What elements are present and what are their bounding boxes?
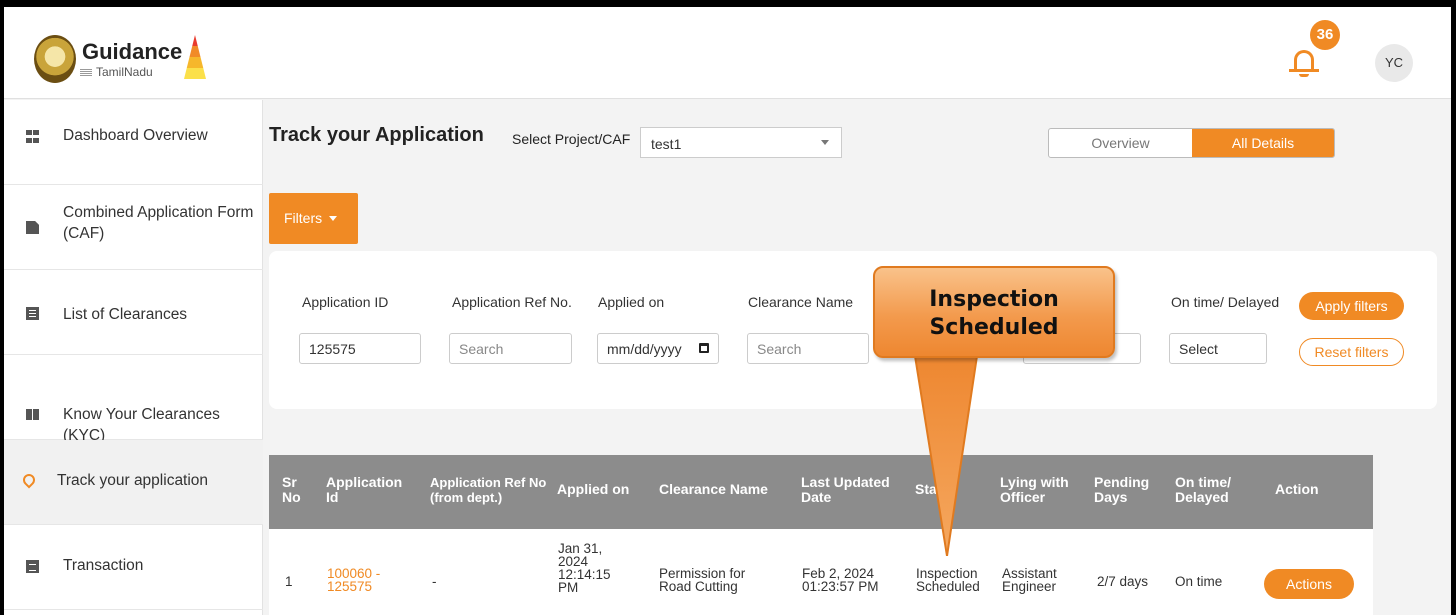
calendar-icon (699, 343, 709, 353)
callout-text: Inspection Scheduled (873, 286, 1115, 342)
logo-title: Guidance (82, 39, 183, 64)
application-id-label: Application ID (302, 294, 389, 310)
cell-app-id[interactable]: 100060 - 125575 (327, 567, 382, 594)
app-window: Guidance TamilNadu 36 YC Dashboard Overv… (4, 7, 1451, 615)
cell-last-updated: Feb 2, 2024 01:23:57 PM (802, 566, 879, 594)
ref-no-label: Application Ref No. (452, 294, 572, 310)
sidebar-item-label: Dashboard Overview (63, 127, 208, 144)
transaction-icon (26, 560, 39, 573)
dashboard-icon (26, 130, 39, 143)
col-last-updated: Last Updated Date (801, 474, 890, 505)
guidance-logo[interactable]: Guidance TamilNadu (34, 35, 206, 83)
col-sr-no: Sr No (282, 474, 301, 505)
col-ontime: On time/ Delayed (1175, 474, 1232, 505)
screen-frame: Guidance TamilNadu 36 YC Dashboard Overv… (0, 0, 1456, 615)
cell-officer: Assistant Engineer (1002, 566, 1057, 594)
sidebar-item-label: List of Clearances (63, 306, 188, 323)
emblem-icon (34, 35, 76, 83)
cell-status: Inspection Scheduled (916, 566, 980, 594)
status-callout: Inspection Scheduled (873, 266, 1117, 360)
bell-icon[interactable] (1289, 45, 1323, 81)
col-ref-no: Application Ref No (from dept.) (430, 475, 547, 505)
project-select[interactable]: test1 (640, 127, 842, 158)
notification-badge[interactable]: 36 (1310, 20, 1340, 50)
page-title: Track your Application (269, 124, 484, 146)
document-icon (26, 221, 39, 234)
table-body: 1 100060 - 125575 - Jan 31, 2024 12:14:1… (269, 529, 1373, 615)
ref-no-input[interactable]: Search (449, 333, 572, 364)
avatar[interactable]: YC (1375, 44, 1413, 82)
actions-button[interactable]: Actions (1264, 569, 1354, 599)
col-clearance-name: Clearance Name (659, 481, 768, 497)
flame-icon (184, 35, 206, 79)
sidebar-item-caf[interactable]: Combined Application Form (CAF) (4, 185, 263, 270)
cell-ref-no: - (432, 574, 437, 589)
clearance-name-label: Clearance Name (748, 294, 854, 310)
sidebar: Dashboard Overview Combined Application … (4, 100, 263, 615)
book-icon (26, 409, 39, 420)
application-id-input[interactable]: 125575 (299, 333, 421, 364)
callout-line-1: Inspection (929, 287, 1059, 312)
col-application-id: Application Id (326, 474, 403, 505)
sidebar-item-label: Track your application (57, 472, 209, 489)
sidebar-item-label: Transaction (63, 557, 144, 574)
sidebar-item-label: Combined Application Form (CAF) (63, 204, 254, 242)
col-pending-days: Pending Days (1094, 474, 1150, 505)
sidebar-item-transaction[interactable]: Transaction (4, 525, 263, 610)
reset-filters-button[interactable]: Reset filters (1299, 338, 1404, 366)
applied-on-label: Applied on (598, 294, 665, 310)
sidebar-item-clearances[interactable]: List of Clearances (4, 270, 263, 355)
chevron-down-icon (329, 216, 338, 221)
cell-clearance: Permission for Road Cutting (659, 566, 746, 594)
cell-pending-days: 2/7 days (1097, 574, 1149, 589)
logo-subtitle: TamilNadu (80, 65, 153, 79)
apply-filters-button[interactable]: Apply filters (1299, 292, 1404, 320)
ontime-label: On time/ Delayed (1171, 294, 1280, 310)
top-header: Guidance TamilNadu 36 YC (4, 7, 1451, 99)
project-label: Select Project/CAF (512, 131, 631, 147)
clearance-name-input[interactable]: Search (747, 333, 869, 364)
sidebar-item-dashboard[interactable]: Dashboard Overview (4, 100, 263, 185)
filter-panel: Application ID 125575 Application Ref No… (269, 251, 1437, 409)
sidebar-item-track[interactable]: Track your application (4, 440, 263, 525)
applied-on-date-input[interactable]: mm/dd/yyyy (597, 333, 719, 364)
list-icon (26, 307, 39, 320)
table-header: Sr No Application Id Application Ref No … (269, 455, 1373, 529)
filters-button[interactable]: Filters (269, 193, 358, 244)
tab-all-details[interactable]: All Details (1192, 129, 1334, 157)
cell-sr: 1 (285, 574, 293, 589)
location-pin-icon (20, 471, 38, 489)
cell-applied-on: Jan 31, 2024 12:14:15 PM (558, 541, 611, 595)
cell-ontime: On time (1175, 574, 1223, 589)
col-officer: Lying with Officer (1000, 474, 1069, 505)
sidebar-item-kyc[interactable]: Know Your Clearances (KYC) (4, 355, 263, 444)
date-placeholder: mm/dd/yyyy (607, 341, 682, 357)
project-select-value: test1 (651, 136, 682, 152)
ontime-select[interactable]: Select (1169, 333, 1267, 364)
callout-pointer (913, 356, 979, 556)
tab-overview[interactable]: Overview (1049, 129, 1192, 157)
filters-label: Filters (284, 210, 323, 226)
view-toggle: Overview All Details (1048, 128, 1335, 158)
callout-line-2: Scheduled (929, 315, 1059, 340)
col-applied-on: Applied on (557, 481, 630, 497)
chevron-down-icon (821, 140, 829, 145)
col-action: Action (1275, 481, 1319, 497)
